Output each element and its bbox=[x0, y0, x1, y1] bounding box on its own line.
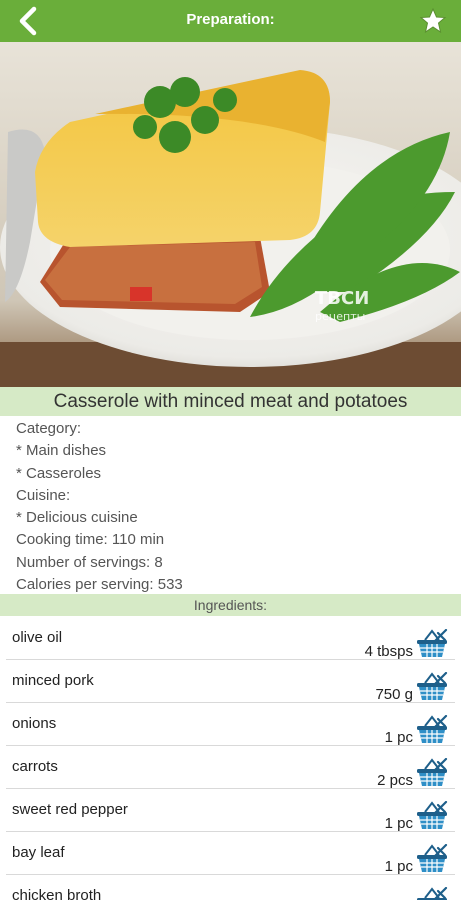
shopping-basket-icon[interactable] bbox=[415, 758, 449, 788]
ingredient-row: olive oil 4 tbsps bbox=[6, 617, 455, 660]
shopping-basket-icon[interactable] bbox=[415, 715, 449, 745]
star-icon[interactable] bbox=[419, 7, 447, 35]
watermark-text: ТВСИ bbox=[315, 288, 369, 309]
ingredient-quantity: 2 pcs bbox=[377, 772, 413, 789]
ingredient-quantity: 1 pc bbox=[384, 858, 413, 875]
ingredient-quantity: 750 g bbox=[375, 686, 413, 703]
shopping-basket-icon[interactable] bbox=[415, 672, 449, 702]
ingredient-row: sweet red pepper 1 pc bbox=[6, 789, 455, 832]
ingredient-row: bay leaf 1 pc bbox=[6, 832, 455, 875]
category-item: * Main dishes bbox=[16, 442, 107, 460]
cooking-time: Cooking time: 110 min bbox=[16, 531, 165, 549]
ingredient-quantity: 4 tbsps bbox=[364, 643, 413, 660]
ingredient-name: carrots bbox=[12, 758, 58, 775]
shopping-basket-icon[interactable] bbox=[415, 629, 449, 659]
category-label: Category: bbox=[16, 420, 82, 437]
ingredients-list: olive oil 4 tbsps minced pork 750 g onio… bbox=[0, 617, 461, 900]
recipe-title: Casserole with minced meat and potatoes bbox=[0, 387, 461, 416]
ingredient-name: sweet red pepper bbox=[12, 801, 128, 818]
ingredient-row: onions 1 pc bbox=[6, 703, 455, 746]
cuisine-item: * Delicious cuisine bbox=[16, 509, 138, 527]
servings: Number of servings: 8 bbox=[16, 553, 163, 571]
shopping-basket-icon[interactable] bbox=[415, 887, 449, 900]
recipe-info: Category: * Main dishes * Casseroles Cui… bbox=[16, 418, 446, 596]
ingredient-name: onions bbox=[12, 715, 57, 732]
page-title: Preparation: bbox=[186, 11, 275, 28]
ingredient-name: olive oil bbox=[12, 629, 63, 646]
ingredient-quantity: 1 pc bbox=[384, 729, 413, 746]
ingredient-quantity: 1 pc bbox=[384, 815, 413, 832]
shopping-basket-icon[interactable] bbox=[415, 844, 449, 874]
recipe-photo: ТВСИ рецепты bbox=[0, 42, 461, 387]
watermark-subtext: рецепты bbox=[315, 310, 365, 323]
top-app-bar: Preparation: bbox=[0, 0, 461, 42]
category-item: * Casseroles bbox=[16, 464, 102, 482]
ingredient-name: chicken broth bbox=[12, 887, 102, 900]
cuisine-label: Cuisine: bbox=[16, 486, 71, 504]
ingredient-name: minced pork bbox=[12, 672, 94, 689]
ingredients-header: Ingredients: bbox=[0, 594, 461, 616]
ingredient-row: minced pork 750 g bbox=[6, 660, 455, 703]
shopping-basket-icon[interactable] bbox=[415, 801, 449, 831]
ingredient-row: chicken broth bbox=[6, 875, 455, 900]
ingredient-row: carrots 2 pcs bbox=[6, 746, 455, 789]
ingredient-name: bay leaf bbox=[12, 844, 65, 861]
